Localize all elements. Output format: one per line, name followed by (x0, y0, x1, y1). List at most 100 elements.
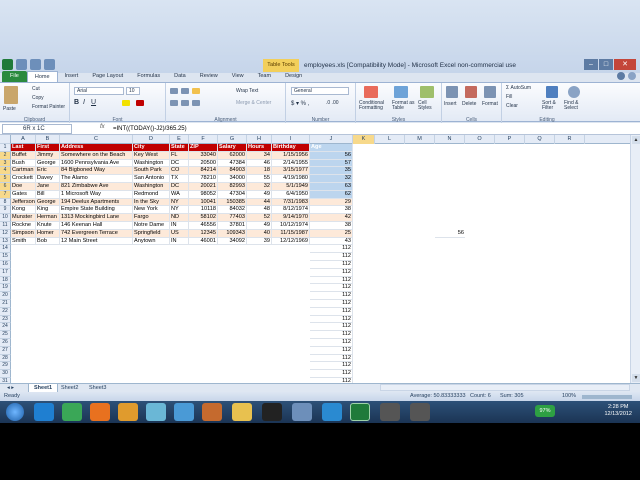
internet-explorer-icon[interactable] (34, 403, 54, 421)
data-cell[interactable]: George (36, 159, 60, 168)
cell-styles-icon[interactable] (420, 86, 434, 98)
column-header-l[interactable]: L (375, 135, 405, 144)
data-cell[interactable]: 742 Evergreen Terrace (60, 229, 133, 238)
data-cell[interactable]: WA (170, 190, 189, 199)
autosum-button[interactable]: Σ AutoSum (506, 85, 531, 91)
data-cell[interactable]: 10/12/1974 (272, 222, 310, 230)
data-cell[interactable]: 58102 (189, 214, 218, 222)
data-cell[interactable]: Somewhere on the Beach (60, 151, 133, 160)
tab-insert[interactable]: Insert (58, 71, 86, 82)
row-header[interactable]: 19 (0, 284, 11, 293)
header-cell[interactable]: Birthday (272, 144, 310, 152)
formula-cell[interactable]: 112 (310, 339, 353, 347)
data-cell[interactable]: Knute (36, 222, 60, 230)
data-cell[interactable]: 5/1/1949 (272, 183, 310, 191)
row-header[interactable]: 17 (0, 268, 11, 277)
data-cell[interactable]: 146 Keenan Hall (60, 222, 133, 230)
data-cell[interactable]: 52 (247, 214, 272, 222)
data-cell[interactable]: 34092 (218, 237, 247, 246)
ribbon-minimize-icon[interactable] (628, 72, 636, 80)
data-cell[interactable]: 56 (310, 151, 353, 160)
row-header[interactable]: 2 (0, 151, 11, 160)
header-cell[interactable]: ZIP (189, 144, 218, 152)
header-cell[interactable]: First (36, 144, 60, 152)
data-cell[interactable]: 4/19/1980 (272, 175, 310, 183)
data-cell[interactable]: 62 (310, 190, 353, 199)
data-cell[interactable]: Bill (36, 190, 60, 199)
data-cell[interactable]: The Alamo (60, 175, 133, 183)
data-cell[interactable]: George (36, 198, 60, 207)
fill-color-icon[interactable] (122, 100, 130, 106)
data-cell[interactable]: 46556 (189, 222, 218, 230)
data-cell[interactable]: 43 (310, 237, 353, 246)
data-cell[interactable]: 1313 Mockingbird Lane (60, 214, 133, 222)
insert-button[interactable]: Insert (444, 101, 457, 107)
zoom-slider[interactable] (582, 395, 632, 399)
formula-cell[interactable]: 112 (310, 323, 353, 332)
formula-cell[interactable]: 112 (310, 253, 353, 261)
row-header[interactable]: 6 (0, 183, 11, 191)
column-header-f[interactable]: F (189, 135, 218, 144)
conditional-formatting-button[interactable]: Conditional Formatting (359, 101, 389, 111)
clear-button[interactable]: Clear (506, 103, 518, 109)
align-center-icon[interactable] (181, 100, 189, 106)
column-header-b[interactable]: B (36, 135, 60, 144)
chrome-icon[interactable] (62, 403, 82, 421)
data-cell[interactable]: Jefferson (11, 198, 36, 207)
data-cell[interactable]: 3/15/1977 (272, 167, 310, 176)
data-cell[interactable]: IN (170, 237, 189, 246)
data-cell[interactable]: 49 (247, 222, 272, 230)
data-cell[interactable]: 12 Main Street (60, 237, 133, 246)
data-cell[interactable]: Gates (11, 190, 36, 199)
data-cell[interactable]: 12/12/1969 (272, 237, 310, 246)
data-cell[interactable]: FL (170, 151, 189, 160)
formula-cell[interactable]: 112 (310, 370, 353, 378)
data-cell[interactable]: 37801 (218, 222, 247, 230)
app-icon-4[interactable] (292, 403, 312, 421)
tab-team[interactable]: Team (251, 71, 278, 82)
save-icon[interactable] (16, 59, 27, 70)
data-cell[interactable]: NY (170, 198, 189, 207)
column-header-h[interactable]: H (247, 135, 272, 144)
data-cell[interactable]: Eric (36, 167, 60, 176)
data-cell[interactable]: Munster (11, 214, 36, 222)
data-cell[interactable]: Doe (11, 183, 36, 191)
data-cell[interactable]: 77403 (218, 214, 247, 222)
data-cell[interactable]: 44 (247, 198, 272, 207)
data-cell[interactable]: 20021 (189, 183, 218, 191)
format-cells-icon[interactable] (484, 86, 496, 98)
formula-input[interactable]: =INT((TODAY()-J2)/365.25) (113, 124, 187, 134)
data-cell[interactable]: Fargo (133, 214, 170, 222)
column-header-m[interactable]: M (405, 135, 435, 144)
data-cell[interactable]: Washington (133, 183, 170, 191)
data-cell[interactable]: 49 (247, 190, 272, 199)
data-cell[interactable]: 56 (435, 230, 465, 238)
formula-cell[interactable]: 112 (310, 346, 353, 355)
header-cell[interactable]: Address (60, 144, 133, 152)
row-header[interactable]: 30 (0, 370, 11, 378)
decimal-buttons[interactable]: .0 .00 (326, 100, 339, 106)
name-box[interactable]: 6R x 1C (2, 124, 72, 134)
column-header-o[interactable]: O (465, 135, 495, 144)
data-cell[interactable]: 32 (310, 175, 353, 183)
italic-button[interactable]: I (83, 99, 85, 106)
row-header[interactable]: 21 (0, 300, 11, 308)
copy-button[interactable]: Copy (32, 95, 44, 101)
undo-icon[interactable] (30, 59, 41, 70)
data-cell[interactable]: 1 Microsoft Way (60, 190, 133, 199)
data-cell[interactable]: Empire State Building (60, 206, 133, 215)
data-cell[interactable]: Davey (36, 175, 60, 183)
tab-file[interactable]: File (2, 71, 27, 82)
clock[interactable]: 2:28 PM 12/13/2012 (604, 404, 632, 418)
row-header[interactable]: 9 (0, 206, 11, 215)
data-cell[interactable]: In the Sky (133, 198, 170, 207)
find-select-button[interactable]: Find & Select (564, 101, 588, 111)
data-cell[interactable]: 7/31/1983 (272, 198, 310, 207)
data-cell[interactable]: Rockne (11, 222, 36, 230)
data-cell[interactable]: 33040 (189, 151, 218, 160)
formula-cell[interactable]: 112 (310, 354, 353, 363)
app-icon-6[interactable] (380, 403, 400, 421)
data-cell[interactable]: 2/14/1955 (272, 159, 310, 168)
number-format-select[interactable]: General (291, 87, 349, 95)
delete-cells-icon[interactable] (465, 86, 477, 98)
